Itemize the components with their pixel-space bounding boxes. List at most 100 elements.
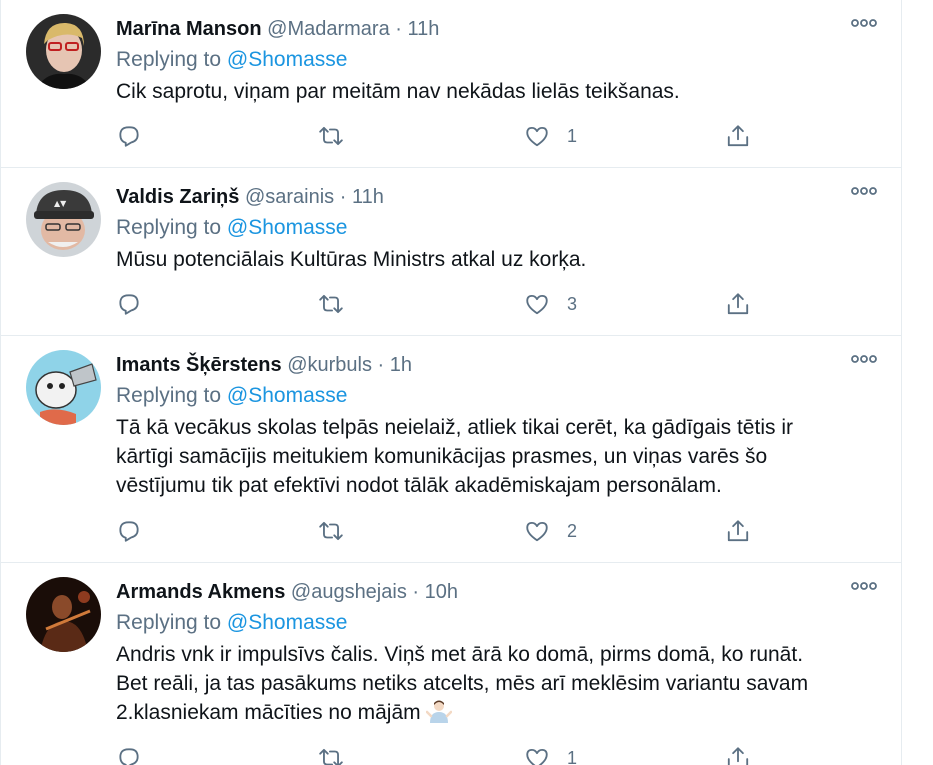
separator-dot: ·: [412, 581, 420, 603]
mention-link[interactable]: @Shomasse: [227, 384, 348, 407]
avatar[interactable]: [26, 350, 101, 425]
avatar[interactable]: [26, 577, 101, 652]
tweet-text: Andris vnk ir impulsīvs čalis. Viņš met …: [116, 640, 881, 727]
reply-icon: [119, 521, 139, 542]
tweet-text: Cik saprotu, viņam par meitām nav nekāda…: [116, 77, 881, 106]
share-button[interactable]: [725, 121, 751, 151]
like-count: 1: [567, 747, 578, 765]
tweet-header: Valdis Zariņš @sarainis · 11h: [116, 182, 881, 212]
replying-to: Replying to @Shomasse: [116, 44, 881, 76]
author-handle[interactable]: @kurbuls: [287, 354, 372, 376]
tweet-text-line: vēstījumu tik pat efektīvi nodot tālāk a…: [116, 474, 722, 497]
avatar[interactable]: [26, 14, 101, 89]
author-name[interactable]: Armands Akmens: [116, 581, 285, 603]
like-button[interactable]: 1: [524, 743, 577, 765]
tweet-card[interactable]: ▲▼ Valdis Zariņš @sarainis · 11h Replyin…: [1, 168, 901, 336]
tweet-header: Armands Akmens @augshejais · 10h: [116, 577, 881, 607]
like-button[interactable]: 2: [524, 516, 577, 546]
author-handle[interactable]: @sarainis: [245, 186, 334, 208]
tweet-text-line: Cik saprotu, viņam par meitām nav nekāda…: [116, 80, 680, 103]
retweet-button[interactable]: [318, 516, 344, 546]
share-icon: [727, 125, 749, 147]
tweet-time[interactable]: 1h: [390, 354, 412, 376]
heart-icon: [526, 748, 548, 765]
author-handle[interactable]: @augshejais: [291, 581, 407, 603]
avatar-image: [26, 350, 101, 425]
replying-to-label: Replying to: [116, 611, 227, 634]
mention-link[interactable]: @Shomasse: [227, 48, 348, 71]
tweet-text-line: 2.klasniekam mācīties no mājām: [116, 701, 421, 724]
heart-icon: [526, 126, 548, 147]
retweet-icon: [319, 294, 343, 314]
reply-icon: [119, 126, 139, 147]
svg-text:▲▼: ▲▼: [54, 199, 67, 208]
reply-button[interactable]: [116, 743, 142, 765]
reply-icon: [119, 294, 139, 315]
avatar-image: [26, 14, 101, 89]
tweet-time[interactable]: 11h: [352, 186, 384, 208]
more-icon[interactable]: [851, 352, 877, 366]
separator-dot: ·: [395, 18, 402, 40]
tweet-actions: 1: [116, 743, 756, 765]
retweet-button[interactable]: [318, 121, 344, 151]
share-button[interactable]: [725, 516, 751, 546]
tweet-text-line: Andris vnk ir impulsīvs čalis. Viņš met …: [116, 643, 804, 666]
retweet-button[interactable]: [318, 743, 344, 765]
tweet-actions: 3: [116, 289, 756, 319]
replying-to: Replying to @Shomasse: [116, 212, 881, 244]
author-name[interactable]: Valdis Zariņš: [116, 186, 239, 208]
retweet-button[interactable]: [318, 289, 344, 319]
more-icon[interactable]: [851, 16, 877, 30]
tweet-text-line: Bet reāli, ja tas pasākums netiks atcelt…: [116, 672, 809, 695]
reply-thread: Marīna Manson @Madarmara · 11h Replying …: [0, 0, 902, 765]
retweet-icon: [319, 126, 343, 146]
mention-link[interactable]: @Shomasse: [227, 216, 348, 239]
share-button[interactable]: [725, 289, 751, 319]
mention-link[interactable]: @Shomasse: [227, 611, 348, 634]
tweet-text-line: Mūsu potenciālais Kultūras Ministrs atka…: [116, 248, 587, 271]
share-button[interactable]: [725, 743, 751, 765]
tweet-actions: 1: [116, 121, 756, 151]
separator-dot: ·: [377, 354, 385, 376]
avatar-image: ▲▼: [26, 182, 101, 257]
separator-dot: ·: [339, 186, 347, 208]
tweet-text: Mūsu potenciālais Kultūras Ministrs atka…: [116, 245, 881, 274]
tweet-time[interactable]: 10h: [425, 581, 458, 603]
replying-to-label: Replying to: [116, 216, 227, 239]
tweet-text-line: Tā kā vecākus skolas telpās neielaiž, at…: [116, 416, 793, 439]
author-handle[interactable]: @Madarmara: [267, 18, 390, 40]
replying-to: Replying to @Shomasse: [116, 380, 881, 412]
like-count: 2: [567, 520, 578, 541]
tweet-text-line: kārtīgi samācījis meitukiem komunikācija…: [116, 445, 768, 468]
tweet-card[interactable]: Marīna Manson @Madarmara · 11h Replying …: [1, 0, 901, 168]
tweet-text: Tā kā vecākus skolas telpās neielaiž, at…: [116, 413, 881, 500]
replying-to-label: Replying to: [116, 48, 227, 71]
tweet-actions: 2: [116, 516, 756, 546]
retweet-icon: [319, 748, 343, 765]
author-name[interactable]: Imants Šķērstens: [116, 354, 282, 376]
tweet-card[interactable]: Imants Šķērstens @kurbuls · 1h Replying …: [1, 336, 901, 563]
heart-icon: [526, 521, 548, 542]
like-count: 1: [567, 125, 578, 146]
reply-button[interactable]: [116, 516, 142, 546]
avatar-image: [26, 577, 101, 652]
share-icon: [727, 520, 749, 542]
share-icon: [727, 747, 749, 765]
reply-button[interactable]: [116, 121, 142, 151]
reply-button[interactable]: [116, 289, 142, 319]
avatar[interactable]: ▲▼: [26, 182, 101, 257]
retweet-icon: [319, 521, 343, 541]
tweet-time[interactable]: 11h: [408, 18, 440, 40]
tweet-text-line-with-emoji: 2.klasniekam mācīties no mājām: [116, 698, 881, 727]
like-button[interactable]: 1: [524, 121, 577, 151]
tweet-header: Imants Šķērstens @kurbuls · 1h: [116, 350, 881, 380]
author-name[interactable]: Marīna Manson: [116, 18, 262, 40]
more-icon[interactable]: [851, 579, 877, 593]
like-count: 3: [567, 293, 578, 314]
tweet-card[interactable]: Armands Akmens @augshejais · 10h Replyin…: [1, 563, 901, 765]
like-button[interactable]: 3: [524, 289, 577, 319]
more-icon[interactable]: [851, 184, 877, 198]
replying-to: Replying to @Shomasse: [116, 607, 881, 639]
reply-icon: [119, 748, 139, 765]
replying-to-label: Replying to: [116, 384, 227, 407]
